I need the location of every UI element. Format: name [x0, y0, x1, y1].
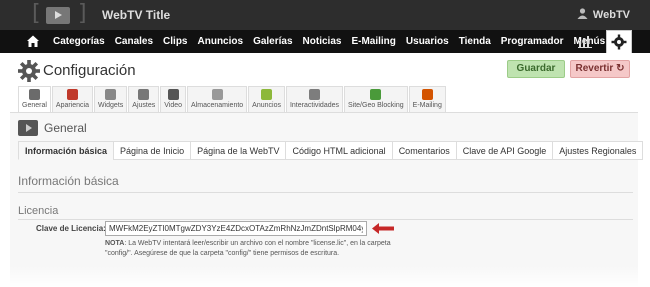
sub-tab-clave-de-api-google[interactable]: Clave de API Google: [455, 141, 554, 160]
divider: [18, 219, 633, 220]
icon-tab-e-mailing[interactable]: E-Mailing: [408, 86, 446, 112]
icon-tab-anuncios[interactable]: Anuncios: [248, 86, 285, 112]
user-menu[interactable]: WebTV: [577, 8, 630, 21]
license-heading: Licencia: [18, 205, 59, 217]
revert-label: Revertir: [575, 63, 614, 74]
tab-icon: [370, 89, 382, 100]
tab-label: Video: [164, 102, 183, 109]
nav-item-galer-as[interactable]: Galerías: [248, 30, 297, 53]
sub-tab-p-gina-de-inicio[interactable]: Página de Inicio: [113, 141, 192, 160]
tab-icon: [211, 89, 223, 100]
nav-list: Categorías Canales Clips Anuncios Galerías No…: [48, 30, 637, 53]
icon-tab-interactividades[interactable]: Interactividades: [285, 86, 343, 112]
page-title: Configuración: [43, 62, 136, 79]
user-name: WebTV: [592, 9, 630, 21]
icon-tab-apariencia[interactable]: Apariencia: [51, 86, 93, 112]
nav-item-categor-as[interactable]: Categorías: [48, 30, 110, 53]
nav-item-programador[interactable]: Programador: [496, 30, 569, 53]
tab-icon: [66, 89, 78, 100]
logo-bracket-right: ]: [78, 1, 87, 26]
basic-info-heading: Información básica: [18, 174, 119, 188]
note-text: : La WebTV intentará leer/escribir un ar…: [105, 240, 391, 257]
tab-icon: [167, 89, 179, 100]
nav-item-noticias[interactable]: Noticias: [298, 30, 347, 53]
tab-label: E-Mailing: [412, 102, 442, 109]
tab-label: Ajustes: [132, 102, 156, 109]
bottom-fade: [0, 266, 650, 287]
site-title: WebTV Title: [102, 8, 171, 22]
tab-icon: [105, 89, 117, 100]
license-note: NOTA: La WebTV intentará leer/escribir u…: [105, 239, 405, 259]
user-icon: [577, 8, 588, 19]
sub-tab-ajustes-regionales[interactable]: Ajustes Regionales: [552, 141, 644, 160]
arrow-left-icon: [372, 223, 394, 234]
divider: [18, 192, 633, 193]
license-key-input[interactable]: [105, 221, 367, 236]
section-title: General: [44, 121, 87, 135]
tab-label: General: [22, 102, 47, 109]
gear-icon: [611, 34, 627, 50]
tab-label: Almacenamiento: [191, 102, 244, 109]
sub-tab-p-gina-de-la-webtv[interactable]: Página de la WebTV: [190, 141, 287, 160]
tab-icon: [138, 89, 150, 100]
icon-tab-video[interactable]: Video: [160, 86, 187, 112]
site-logo[interactable]: [ ]: [32, 3, 87, 27]
home-icon[interactable]: [26, 34, 40, 48]
nav-item-anuncios[interactable]: Anuncios: [193, 30, 249, 53]
save-button[interactable]: Guardar: [507, 60, 565, 78]
icon-tab-general[interactable]: General: [18, 86, 51, 112]
nav-item-clips[interactable]: Clips: [158, 30, 192, 53]
tv-icon: [46, 7, 70, 24]
tab-icon: [261, 89, 273, 100]
nav-item-usuarios[interactable]: Usuarios: [401, 30, 454, 53]
top-header: [ ] WebTV Title WebTV: [0, 0, 650, 30]
settings-gear-icon: [18, 60, 40, 82]
settings-tab[interactable]: [606, 30, 632, 53]
sub-tab-c-digo-html-adicional[interactable]: Código HTML adicional: [285, 141, 393, 160]
main-nav: Categorías Canales Clips Anuncios Galerías No…: [0, 30, 650, 53]
settings-panel: [10, 112, 638, 287]
icon-tab-almacenamiento[interactable]: Almacenamiento: [187, 86, 248, 112]
license-label: Clave de Licencia:: [36, 224, 106, 233]
tab-icon: [421, 89, 433, 100]
tab-icon: [28, 89, 40, 100]
nav-item-canales[interactable]: Canales: [110, 30, 158, 53]
tab-label: Anuncios: [252, 102, 281, 109]
tab-label: Site/Geo Blocking: [348, 102, 404, 109]
tab-label: Apariencia: [55, 102, 89, 109]
tab-icon: [308, 89, 320, 100]
refresh-icon: ↻: [616, 63, 625, 74]
revert-button[interactable]: Revertir ↻: [570, 60, 630, 78]
nav-item-tienda[interactable]: Tienda: [454, 30, 496, 53]
nav-item-e-mailing[interactable]: E-Mailing: [346, 30, 400, 53]
sub-tab-comentarios[interactable]: Comentarios: [391, 141, 457, 160]
icon-tab-ajustes[interactable]: Ajustes: [128, 86, 160, 112]
tv-icon: [18, 120, 38, 136]
logo-bracket-left: [: [32, 1, 41, 26]
icon-tab-widgets[interactable]: Widgets: [93, 86, 128, 112]
tab-label: Widgets: [97, 102, 124, 109]
settings-icon-tabs: General Apariencia Widgets Ajustes Video Alma…: [18, 86, 447, 112]
icon-tab-site-geo-blocking[interactable]: Site/Geo Blocking: [344, 86, 408, 112]
bar-chart-icon[interactable]: [578, 35, 592, 48]
sub-tabs: Información básica Página de Inicio Página…: [18, 141, 644, 160]
tab-label: Interactividades: [289, 102, 339, 109]
note-label: NOTA: [105, 240, 125, 247]
sub-tab-informaci-n-b-sica[interactable]: Información básica: [18, 141, 115, 160]
